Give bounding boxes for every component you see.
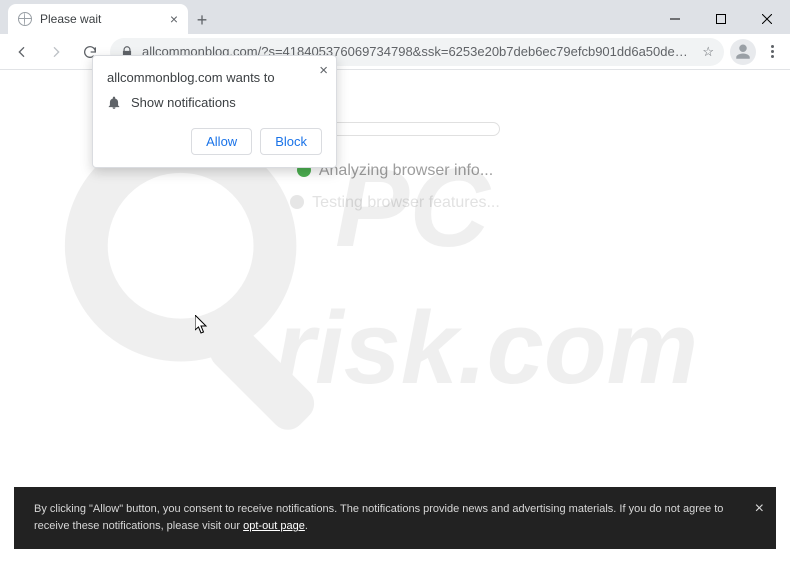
consent-optout-link[interactable]: opt-out page bbox=[243, 520, 305, 532]
window-maximize-button[interactable] bbox=[698, 4, 744, 34]
status-block: Analyzing browser info... Testing browse… bbox=[0, 162, 790, 212]
window-titlebar: Please wait × + bbox=[0, 0, 790, 34]
window-close-button[interactable] bbox=[744, 4, 790, 34]
profile-avatar[interactable] bbox=[730, 39, 756, 65]
consent-banner: × By clicking "Allow" button, you consen… bbox=[14, 487, 776, 549]
window-minimize-button[interactable] bbox=[652, 4, 698, 34]
browser-menu-button[interactable] bbox=[762, 45, 782, 58]
tab-close-icon[interactable]: × bbox=[170, 12, 178, 26]
consent-close-icon[interactable]: × bbox=[755, 497, 764, 522]
forward-button[interactable] bbox=[42, 38, 70, 66]
bookmark-star-icon[interactable]: ☆ bbox=[702, 44, 714, 60]
tab-title: Please wait bbox=[40, 12, 101, 26]
notification-permission-prompt: × allcommonblog.com wants to Show notifi… bbox=[92, 55, 337, 168]
block-button[interactable]: Block bbox=[260, 128, 322, 155]
consent-text-a: By clicking "Allow" button, you consent … bbox=[34, 503, 723, 532]
svg-text:risk.com: risk.com bbox=[275, 290, 698, 405]
new-tab-button[interactable]: + bbox=[188, 6, 216, 34]
back-button[interactable] bbox=[8, 38, 36, 66]
status-line-2: Testing browser features... bbox=[312, 194, 500, 211]
browser-tab[interactable]: Please wait × bbox=[8, 4, 188, 34]
window-controls bbox=[652, 4, 790, 34]
status-line-1: Analyzing browser info... bbox=[319, 162, 493, 179]
prompt-close-icon[interactable]: × bbox=[319, 62, 328, 79]
prompt-permission-label: Show notifications bbox=[131, 95, 236, 110]
status-dot-pending-icon bbox=[290, 195, 304, 209]
bell-icon bbox=[107, 96, 121, 110]
mouse-cursor-icon bbox=[195, 315, 209, 335]
globe-icon bbox=[18, 12, 32, 26]
consent-text-b: . bbox=[305, 520, 308, 532]
allow-button[interactable]: Allow bbox=[191, 128, 252, 155]
prompt-origin-text: allcommonblog.com wants to bbox=[107, 70, 322, 85]
